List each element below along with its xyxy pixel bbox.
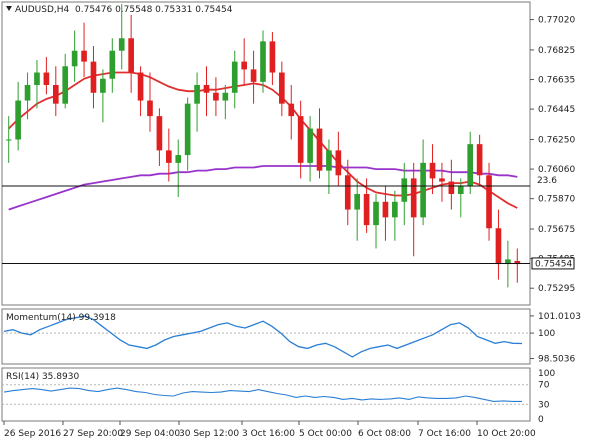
time-tick-label: 10 Oct 20:00	[477, 429, 536, 439]
bullish-candle-body	[15, 100, 21, 140]
bearish-candle-body	[495, 228, 502, 265]
bearish-candle-body	[241, 61, 247, 70]
price-tick-label: 0.75295	[538, 284, 575, 294]
bullish-candle-body	[71, 50, 78, 67]
symbol-label: AUDUSD,H4	[15, 5, 70, 15]
bearish-candle-body	[269, 41, 276, 73]
rsi-tick-label: 30	[538, 400, 550, 410]
rsi-title: RSI(14) 35.8930	[6, 372, 79, 382]
bullish-candle-body	[392, 201, 398, 218]
time-tick-label: 5 Oct 00:00	[299, 429, 352, 439]
bearish-candle-body	[344, 175, 351, 210]
bullish-candle-body	[307, 128, 313, 163]
bullish-candle-body	[401, 178, 408, 202]
price-tick-label: 0.75870	[538, 195, 575, 205]
bearish-candle-body	[250, 69, 257, 82]
time-tick-label: 6 Oct 08:00	[358, 429, 411, 439]
bullish-candle-body	[175, 155, 182, 163]
bullish-candle-body	[118, 38, 125, 51]
bullish-candle-body	[420, 162, 426, 218]
price-tick-label: 0.75675	[538, 225, 575, 235]
bullish-candle-body	[326, 150, 332, 171]
price-tick-label: 0.77020	[538, 16, 575, 26]
bearish-candle-body	[156, 116, 163, 151]
bullish-candle-body	[62, 66, 69, 104]
bullish-candle-body	[5, 139, 12, 141]
bearish-candle-body	[213, 92, 219, 101]
bearish-candle-body	[81, 50, 87, 62]
bearish-candle-body	[147, 100, 153, 117]
bearish-candle-body	[90, 61, 97, 93]
momentum-title: Momentum(14) 99.3918	[6, 313, 116, 323]
bullish-candle-body	[109, 50, 116, 79]
bullish-candle-body	[457, 186, 464, 194]
forex-chart: 23.6 0.77020 0.76825 0.76635 0.76445 0.76250…	[0, 0, 600, 443]
bearish-candle-body	[486, 175, 492, 229]
bearish-candle-body	[52, 84, 59, 104]
bullish-candle-body	[373, 201, 379, 226]
price-tick-label: 0.76825	[538, 46, 575, 56]
time-tick-label: 7 Oct 16:00	[418, 429, 471, 439]
bearish-candle-body	[128, 38, 134, 73]
bearish-candle-body	[316, 128, 323, 171]
bearish-candle-body	[476, 144, 483, 176]
bullish-candle-body	[354, 193, 361, 210]
price-tick-label: 0.76445	[538, 105, 575, 115]
bearish-candle-body	[165, 150, 172, 163]
current-price-label: 0.75454	[535, 259, 572, 269]
time-tick-label: 29 Sep 04:00	[120, 429, 180, 439]
bearish-candle-body	[410, 178, 417, 218]
time-tick-label: 27 Sep 20:00	[63, 429, 123, 439]
time-tick-label: 3 Oct 16:00	[242, 429, 295, 439]
price-tick-label: 0.76635	[538, 76, 575, 86]
momentum-tick-label: 100	[538, 329, 555, 339]
bearish-candle-body	[288, 103, 295, 117]
bullish-candle-body	[260, 41, 266, 82]
price-tick-label: 0.76250	[538, 135, 575, 145]
bullish-candle-body	[24, 84, 31, 101]
current-price-marker: 0.75454	[531, 257, 575, 270]
bearish-candle-body	[448, 181, 455, 194]
bullish-candle-body	[184, 103, 191, 156]
momentum-tick-label: 101.0103	[538, 312, 581, 322]
bullish-candle-body	[467, 144, 474, 187]
rsi-tick-label: 0	[538, 415, 544, 425]
time-tick-label: 26 Sep 2016	[4, 429, 61, 439]
bearish-candle-body	[429, 162, 436, 179]
rsi-tick-label: 70	[538, 381, 550, 391]
bearish-candle-body	[297, 116, 304, 163]
price-tick-label: 0.76060	[538, 165, 575, 175]
ohlc-values: 0.75476 0.75548 0.75331 0.75454	[75, 5, 233, 15]
rsi-tick-label: 100	[538, 369, 555, 379]
bullish-candle-body	[222, 92, 229, 101]
momentum-tick-label: 98.5036	[538, 355, 575, 365]
bullish-candle-body	[231, 61, 238, 93]
bearish-candle-body	[203, 84, 210, 93]
bearish-candle-body	[279, 72, 285, 104]
bearish-candle-body	[137, 72, 144, 101]
bearish-candle-body	[43, 72, 50, 85]
bearish-candle-body	[335, 150, 342, 176]
fibonacci-level-label: 23.6	[537, 176, 557, 186]
bullish-candle-body	[34, 72, 40, 85]
bearish-candle-body	[439, 178, 445, 182]
bullish-candle-body	[100, 78, 106, 93]
bullish-candle-body	[194, 84, 200, 104]
bearish-candle-body	[382, 201, 389, 218]
chart-header: AUDUSD,H4 0.75476 0.75548 0.75331 0.7545…	[6, 5, 233, 15]
time-tick-label: 30 Sep 12:00	[179, 429, 239, 439]
bearish-candle-body	[363, 193, 370, 226]
chart-background	[0, 0, 600, 443]
